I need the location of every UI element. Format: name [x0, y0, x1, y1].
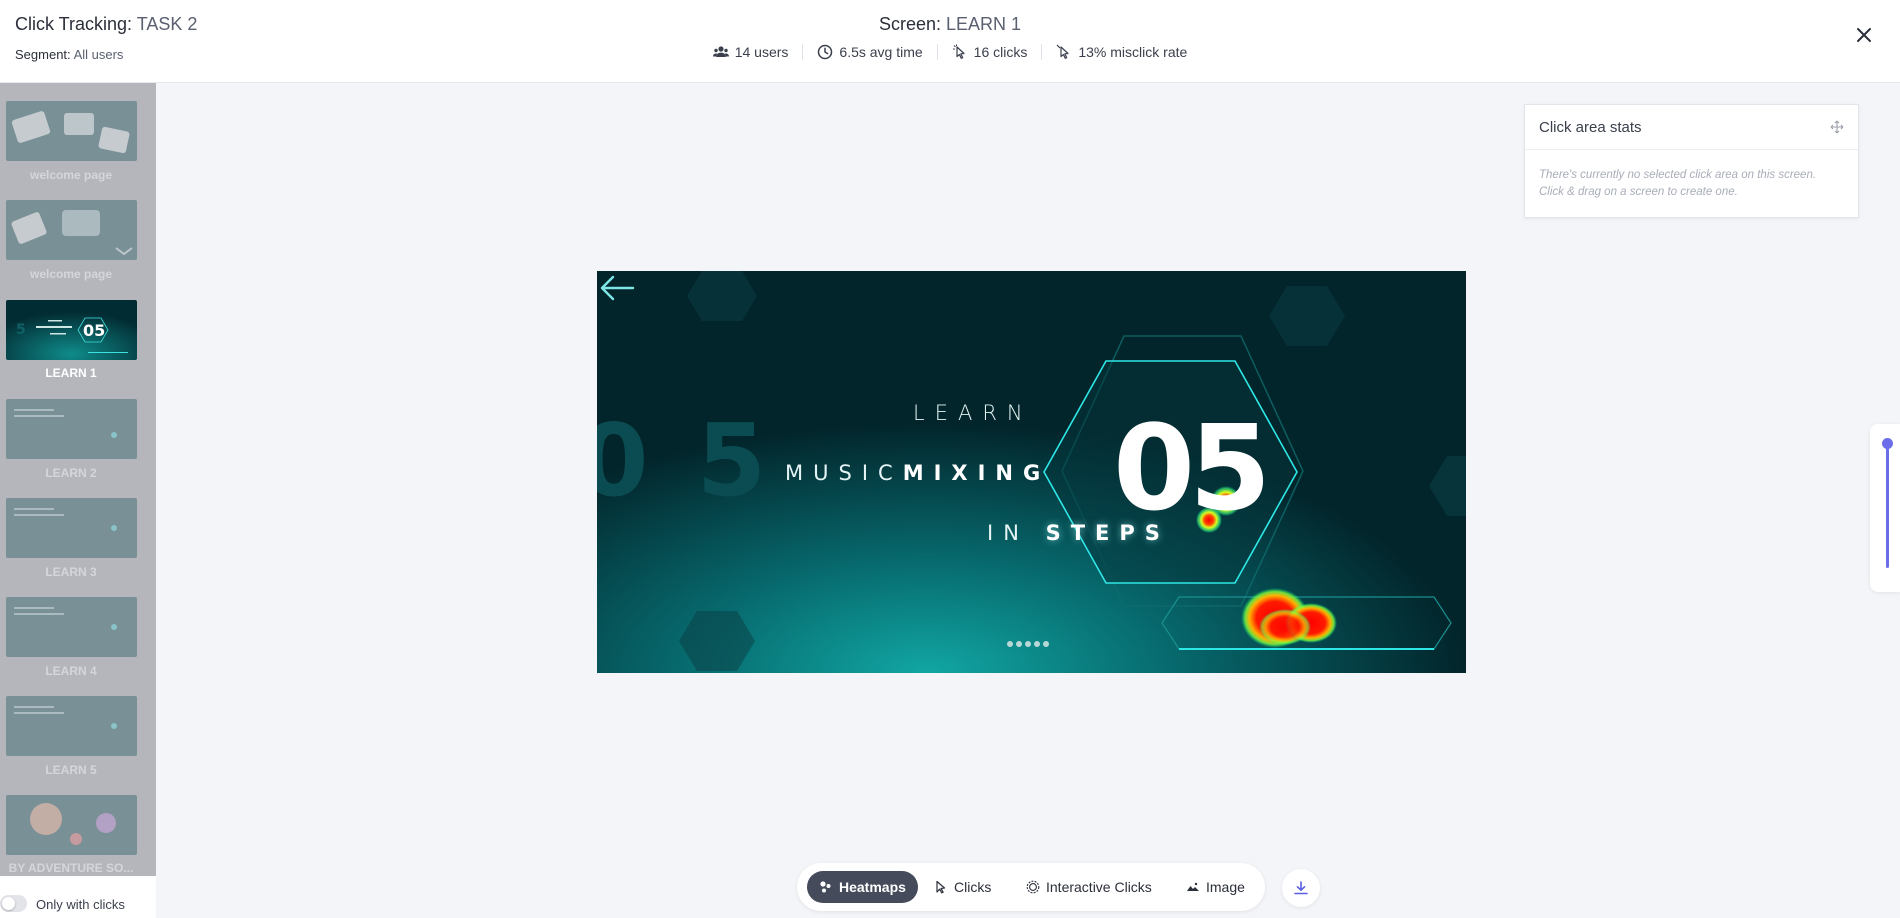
- divider: [1525, 149, 1858, 150]
- target-icon: [1026, 880, 1040, 894]
- screen-value: LEARN 1: [946, 14, 1022, 34]
- download-button[interactable]: [1282, 869, 1320, 907]
- title-value: TASK 2: [136, 14, 198, 34]
- screen-title: Screen: LEARN 1: [0, 14, 1900, 35]
- heatmaps-label: Heatmaps: [839, 879, 906, 895]
- stat-avg-time: 6.5s avg time: [803, 44, 938, 60]
- zoom-slider[interactable]: [1870, 424, 1900, 592]
- screen-thumbnail-label: welcome page: [29, 168, 113, 182]
- screen-thumbnail-label: LEARN 1: [45, 366, 97, 380]
- screen-thumbnail-welcome-1[interactable]: [6, 101, 137, 161]
- image-icon: [1187, 882, 1199, 891]
- title-label: Click Tracking:: [15, 14, 133, 34]
- stat-users-value: 14 users: [734, 44, 789, 60]
- screen-thumbnail-label: LEARN 5: [45, 763, 97, 777]
- stat-clicks-value: 16 clicks: [973, 44, 1028, 60]
- headline-mixing: MIXING: [902, 461, 1051, 485]
- click-area-stats-panel: Click area stats There's currently no se…: [1524, 104, 1859, 218]
- header-bar: Click Tracking: TASK 2 Segment: All user…: [0, 0, 1900, 83]
- interactive-clicks-tab[interactable]: Interactive Clicks: [1014, 871, 1164, 903]
- headline-music-mixing: MUSICMIXING: [785, 461, 1085, 485]
- stat-misclick-value: 13% misclick rate: [1078, 44, 1188, 60]
- screen-thumbnail-learn-4[interactable]: [6, 597, 137, 657]
- misclick-icon: [1056, 44, 1069, 59]
- users-icon: [712, 46, 729, 57]
- image-tab[interactable]: Image: [1174, 871, 1257, 903]
- stat-clicks: 16 clicks: [938, 44, 1043, 60]
- background-number: 05: [597, 402, 815, 519]
- click-area-stats-title: Click area stats: [1539, 119, 1642, 136]
- headline-learn: LEARN: [913, 401, 1033, 425]
- screen-thumbnail-label: LEARN 4: [45, 664, 97, 678]
- screen-thumbnail-welcome-2[interactable]: [6, 200, 137, 260]
- clicks-tab[interactable]: Clicks: [922, 871, 1003, 903]
- screen-preview[interactable]: 05 LEARN MUSICMIXING IN STEPS 05: [597, 271, 1466, 673]
- click-area-empty-message: There's currently no selected click area…: [1539, 169, 1817, 198]
- headline-music: MUSIC: [785, 461, 903, 485]
- svg-text:05: 05: [83, 321, 105, 340]
- interactive-clicks-label: Interactive Clicks: [1046, 879, 1152, 895]
- stat-misclick: 13% misclick rate: [1042, 44, 1201, 60]
- screen-thumbnail-label: welcome page: [29, 267, 113, 281]
- clicks-label: Clicks: [954, 879, 992, 895]
- screen-thumbnail-label: LEARN 2: [45, 466, 97, 480]
- pagination-dots: [1007, 641, 1049, 647]
- screen-thumbnail-label: BY ADVENTURE SO...: [8, 861, 134, 875]
- stat-avg-time-value: 6.5s avg time: [839, 44, 923, 60]
- zoom-track[interactable]: [1886, 444, 1889, 568]
- screen-stats: 14 users 6.5s avg time 16 clicks 13% mis…: [0, 44, 1900, 60]
- step-count-number: 05: [1113, 399, 1271, 537]
- cursor-icon: [952, 44, 965, 59]
- only-with-clicks-toggle[interactable]: [0, 895, 27, 912]
- heatmaps-tab[interactable]: Heatmaps: [807, 871, 918, 903]
- back-arrow-icon[interactable]: [597, 271, 637, 305]
- screen-thumbnail-learn-5[interactable]: [6, 696, 137, 756]
- svg-text:5: 5: [16, 322, 26, 338]
- headline-in: IN: [987, 521, 1029, 545]
- close-icon[interactable]: [1854, 25, 1874, 45]
- move-icon[interactable]: [1830, 120, 1844, 134]
- only-with-clicks-label: Only with clicks: [36, 897, 125, 912]
- download-icon: [1294, 881, 1308, 895]
- cursor-icon: [936, 880, 946, 894]
- heatmap-icon: [820, 881, 831, 893]
- zoom-handle[interactable]: [1882, 438, 1893, 449]
- screen-label: Screen:: [878, 14, 941, 34]
- image-label: Image: [1206, 879, 1245, 895]
- screen-thumbnail-learn-3[interactable]: [6, 498, 137, 558]
- screen-thumbnail-learn-2[interactable]: [6, 399, 137, 459]
- screen-list-sidebar: welcome page welcome page 05 5 LEARN 1 LE…: [0, 83, 156, 876]
- stat-users: 14 users: [699, 44, 804, 60]
- test-title: Click Tracking: TASK 2: [15, 14, 197, 35]
- screen-thumbnail-adventure[interactable]: [6, 795, 137, 855]
- screen-thumbnail-learn-1[interactable]: 05 5: [6, 300, 137, 360]
- screen-thumbnail-label: LEARN 3: [45, 565, 97, 579]
- clock-icon: [818, 44, 833, 60]
- view-mode-toolbar: Heatmaps Clicks Interactive Clicks Image: [797, 863, 1265, 911]
